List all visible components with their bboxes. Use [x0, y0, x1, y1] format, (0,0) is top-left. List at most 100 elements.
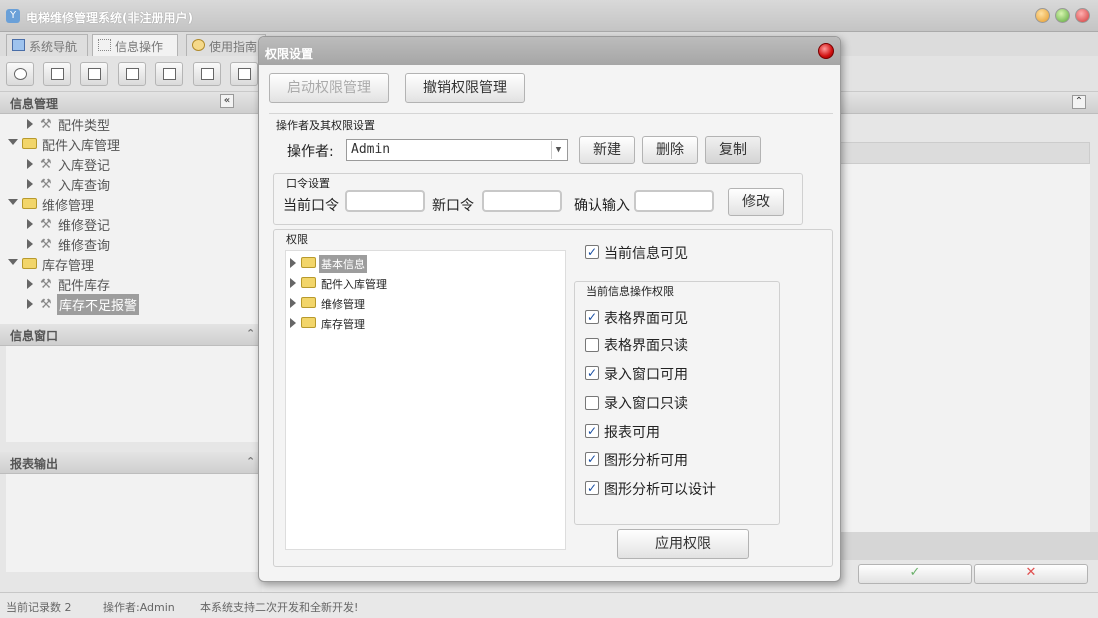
current-password-label: 当前口令	[283, 198, 339, 214]
current-password-input[interactable]	[345, 190, 425, 212]
wrench-icon: ⚒	[40, 237, 52, 252]
print-button[interactable]	[230, 62, 258, 86]
op-checkbox-entry-readonly[interactable]	[585, 396, 599, 410]
visible-checkbox[interactable]: ✓	[585, 245, 599, 259]
record-count: 当前记录数 2	[6, 601, 72, 614]
wrench-icon: ⚒	[40, 117, 52, 132]
status-operator: 操作者:Admin	[103, 601, 175, 614]
op-label: 录入窗口可用	[604, 367, 688, 383]
new-password-input[interactable]	[482, 190, 562, 212]
apply-permission-button[interactable]: 应用权限	[617, 529, 749, 559]
op-label: 图形分析可以设计	[604, 482, 716, 498]
panel-title: 报表输出	[10, 457, 59, 471]
window-button[interactable]	[155, 62, 183, 86]
dialog-close-icon[interactable]	[818, 43, 834, 59]
tree-label-selected: 库存不足报警	[57, 294, 140, 315]
wrench-icon: ⚒	[40, 217, 52, 232]
tree-item[interactable]: 库存管理	[0, 254, 262, 274]
collapse-up-icon[interactable]: ⌃	[246, 455, 255, 468]
op-checkbox-graph-design[interactable]: ✓	[585, 481, 599, 495]
export-button[interactable]	[193, 62, 221, 86]
confirm-password-input[interactable]	[634, 190, 714, 212]
password-section-label: 口令设置	[286, 177, 330, 190]
tab-label: 使用指南	[209, 40, 258, 54]
content-area: ⌃ ✓ ✕	[840, 92, 1098, 592]
tab-user-guide[interactable]: 使用指南	[186, 34, 266, 56]
document-button[interactable]	[80, 62, 108, 86]
grid-header	[840, 142, 1090, 164]
print-icon	[238, 68, 251, 80]
delete-button[interactable]: 删除	[642, 136, 698, 164]
tree-item[interactable]: ⚒ 库存不足报警	[0, 294, 262, 315]
list-icon	[51, 68, 64, 80]
perm-tree-item[interactable]: 维修管理	[286, 293, 565, 313]
perm-tree-item[interactable]: 基本信息	[286, 253, 565, 273]
search-button[interactable]	[6, 62, 34, 86]
perm-tree-label: 配件入库管理	[321, 278, 387, 291]
tree-label: 入库登记	[58, 159, 111, 174]
visible-label: 当前信息可见	[604, 246, 688, 262]
tree-label: 入库查询	[58, 179, 111, 194]
tree-item[interactable]: ⚒ 配件库存	[0, 274, 262, 294]
folder-icon	[22, 138, 37, 149]
folder-icon	[301, 277, 316, 288]
folder-icon	[301, 317, 316, 328]
divider	[269, 113, 833, 114]
enable-permission-button[interactable]: 启动权限管理	[269, 73, 389, 103]
perm-tree-label-selected: 基本信息	[319, 255, 367, 273]
title-bar: Y 电梯维修管理系统(非注册用户)	[0, 0, 1098, 32]
report-header: 报表输出 ⌃	[0, 452, 262, 474]
revoke-permission-button[interactable]: 撤销权限管理	[405, 73, 525, 103]
perm-tree-label: 库存管理	[321, 318, 365, 331]
tree-item[interactable]: ⚒ 配件类型	[0, 114, 262, 134]
collapse-up-icon[interactable]: ⌃	[246, 327, 255, 340]
tree-item[interactable]: ⚒ 维修登记	[0, 214, 262, 234]
tab-info-ops[interactable]: 信息操作	[92, 34, 178, 56]
tree-item[interactable]: 维修管理	[0, 194, 262, 214]
minimize-icon[interactable]	[1035, 8, 1050, 23]
tree-item[interactable]: ⚒ 入库查询	[0, 174, 262, 194]
tab-system-nav[interactable]: 系统导航	[6, 34, 88, 56]
maximize-icon[interactable]	[1055, 8, 1070, 23]
wrench-icon: ⚒	[40, 157, 52, 172]
perm-tree-item[interactable]: 库存管理	[286, 313, 565, 333]
wrench-icon: ⚒	[40, 297, 52, 312]
confirm-button[interactable]: ✓	[858, 564, 972, 584]
list-button[interactable]	[43, 62, 71, 86]
folder-icon	[22, 258, 37, 269]
op-checkbox-table-readonly[interactable]	[585, 338, 599, 352]
modify-button[interactable]: 修改	[728, 188, 784, 216]
tree-item[interactable]: 配件入库管理	[0, 134, 262, 154]
tree-label: 配件库存	[58, 279, 111, 294]
new-button[interactable]: 新建	[579, 136, 635, 164]
search-icon	[14, 68, 27, 80]
grid-footer	[840, 532, 1098, 560]
status-note: 本系统支持二次开发和全新开发!	[200, 601, 359, 614]
guide-icon	[192, 39, 205, 51]
operator-label: 操作者:	[287, 144, 334, 160]
tab-label: 信息操作	[115, 40, 164, 54]
chevron-down-icon[interactable]: ▼	[551, 141, 565, 159]
window-title: 电梯维修管理系统(非注册用户)	[26, 11, 193, 25]
collapse-up-icon[interactable]: ⌃	[1072, 95, 1086, 109]
op-checkbox-entry-enabled[interactable]: ✓	[585, 366, 599, 380]
close-icon[interactable]	[1075, 8, 1090, 23]
op-checkbox-report-enabled[interactable]: ✓	[585, 424, 599, 438]
form-button[interactable]	[118, 62, 146, 86]
tree-item[interactable]: ⚒ 维修查询	[0, 234, 262, 254]
perm-tree-item[interactable]: 配件入库管理	[286, 273, 565, 293]
cancel-button[interactable]: ✕	[974, 564, 1088, 584]
copy-button[interactable]: 复制	[705, 136, 761, 164]
document-icon	[88, 68, 101, 80]
tree-label: 库存管理	[42, 259, 95, 274]
folder-icon	[22, 198, 37, 209]
collapse-icon[interactable]: «	[220, 94, 234, 108]
info-tree: ⚒ 配件类型 配件入库管理 ⚒ 入库登记 ⚒ 入库查询 维修管理 ⚒ 维修登记 …	[0, 114, 262, 326]
export-icon	[201, 68, 214, 80]
tree-item[interactable]: ⚒ 入库登记	[0, 154, 262, 174]
op-checkbox-graph-enabled[interactable]: ✓	[585, 452, 599, 466]
op-checkbox-table-visible[interactable]: ✓	[585, 310, 599, 324]
perm-tree-label: 维修管理	[321, 298, 365, 311]
operator-select[interactable]: Admin ▼	[346, 139, 568, 161]
op-label: 图形分析可用	[604, 453, 688, 469]
